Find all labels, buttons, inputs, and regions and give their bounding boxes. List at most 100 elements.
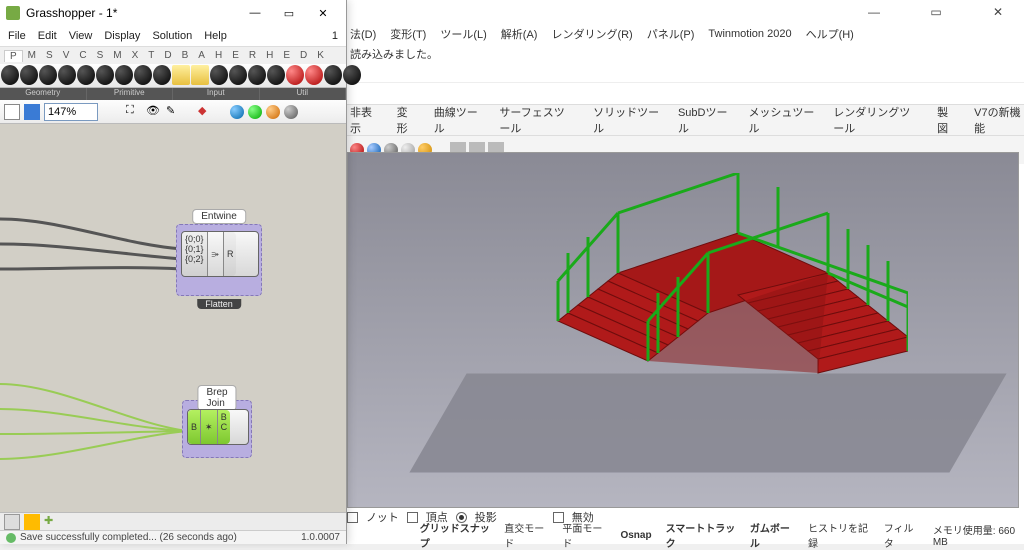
- gh-ribbon-tab[interactable]: M: [23, 50, 41, 61]
- gh-maximize-button[interactable]: ▭: [272, 2, 306, 24]
- markov-icon[interactable]: ✚: [44, 514, 60, 530]
- gh-titlebar[interactable]: Grasshopper - 1* — ▭ ✕: [0, 0, 346, 26]
- brepjoin-group[interactable]: Brep Join B ✶ B C: [182, 400, 252, 458]
- shade-icon[interactable]: [248, 105, 262, 119]
- status-filter[interactable]: フィルタ: [881, 520, 922, 550]
- status-ortho[interactable]: 直交モード: [501, 520, 551, 550]
- gh-canvas[interactable]: Entwine {0;0} {0;1} {0;2} ⭄ R Flatten Br…: [0, 124, 346, 512]
- component-icon[interactable]: [343, 65, 361, 85]
- entwine-input-0[interactable]: {0;0}: [185, 234, 204, 244]
- gh-menu-solution[interactable]: Solution: [152, 30, 192, 42]
- new-file-icon[interactable]: [4, 104, 20, 120]
- gh-ribbon-tab[interactable]: P: [4, 50, 23, 62]
- gh-menu-help[interactable]: Help: [204, 30, 227, 42]
- mdi-icon[interactable]: [4, 514, 20, 530]
- rhino-viewport[interactable]: [347, 152, 1019, 508]
- rhino-tab[interactable]: ソリッドツール: [593, 104, 660, 136]
- sketch-icon[interactable]: ✎: [166, 104, 182, 120]
- status-gumball[interactable]: ガムボール: [747, 520, 797, 550]
- rhino-menu-item[interactable]: パネル(P): [647, 26, 695, 42]
- rhino-close-button[interactable]: ✕: [976, 5, 1020, 19]
- component-icon[interactable]: [229, 65, 247, 85]
- rhino-tab[interactable]: サーフェスツール: [499, 104, 575, 136]
- entwine-component[interactable]: {0;0} {0;1} {0;2} ⭄ R: [181, 231, 259, 277]
- brepjoin-output-c[interactable]: C: [221, 422, 228, 432]
- group-input[interactable]: Input: [173, 88, 260, 100]
- gh-menu-view[interactable]: View: [69, 30, 93, 42]
- gh-menu-file[interactable]: File: [8, 30, 26, 42]
- gh-ribbon-tab[interactable]: E: [278, 50, 295, 61]
- rhino-maximize-button[interactable]: ▭: [914, 5, 958, 19]
- rhino-tab[interactable]: V7の新機能: [974, 104, 1024, 136]
- brepjoin-input[interactable]: B: [188, 410, 201, 444]
- gh-ribbon-tab[interactable]: A: [193, 50, 210, 61]
- component-icon[interactable]: [191, 65, 209, 85]
- status-gridsnap[interactable]: グリッドスナップ: [417, 520, 494, 550]
- shade-icon[interactable]: [284, 105, 298, 119]
- group-util[interactable]: Util: [260, 88, 347, 100]
- status-planar[interactable]: 平面モード: [559, 520, 609, 550]
- rhino-tab[interactable]: メッシュツール: [748, 104, 815, 136]
- group-geometry[interactable]: Geometry: [0, 88, 87, 100]
- component-icon[interactable]: [172, 65, 190, 85]
- entwine-group[interactable]: Entwine {0;0} {0;1} {0;2} ⭄ R Flatten: [176, 224, 262, 296]
- gh-ribbon-tab[interactable]: C: [74, 50, 91, 61]
- gh-ribbon-tab[interactable]: D: [159, 50, 176, 61]
- component-icon[interactable]: [58, 65, 76, 85]
- component-icon[interactable]: [248, 65, 266, 85]
- rhino-minimize-button[interactable]: —: [852, 5, 896, 19]
- gh-ribbon-tab[interactable]: X: [127, 50, 144, 61]
- rhino-menu-item[interactable]: 解析(A): [501, 26, 538, 42]
- rhino-tab[interactable]: 非表示: [350, 104, 379, 136]
- gh-ribbon-tab[interactable]: H: [261, 50, 278, 61]
- entwine-output[interactable]: R: [223, 232, 237, 276]
- rhino-tab[interactable]: SubDツール: [678, 104, 731, 136]
- rhino-menu-item[interactable]: 法(D): [350, 26, 376, 42]
- component-icon[interactable]: [153, 65, 171, 85]
- gh-ribbon-tab[interactable]: V: [58, 50, 75, 61]
- gh-menu-edit[interactable]: Edit: [38, 30, 57, 42]
- component-icon[interactable]: [286, 65, 304, 85]
- gh-ribbon-tab[interactable]: S: [41, 50, 58, 61]
- rhino-tab[interactable]: レンダリングツール: [833, 104, 919, 136]
- rhino-menu-item[interactable]: 変形(T): [390, 26, 426, 42]
- gh-ribbon-tab[interactable]: S: [92, 50, 109, 61]
- component-icon[interactable]: [324, 65, 342, 85]
- shade-icon[interactable]: [230, 105, 244, 119]
- component-icon[interactable]: [305, 65, 323, 85]
- zoom-extents-icon[interactable]: ⛶: [126, 104, 142, 120]
- component-icon[interactable]: [210, 65, 228, 85]
- rhino-menu-item[interactable]: ツール(L): [440, 26, 486, 42]
- rhino-tab[interactable]: 製図: [937, 104, 956, 136]
- gh-menu-display[interactable]: Display: [104, 30, 140, 42]
- brepjoin-component[interactable]: B ✶ B C: [187, 409, 249, 445]
- preview-off-icon[interactable]: ◆: [198, 104, 214, 120]
- component-icon[interactable]: [134, 65, 152, 85]
- rhino-tab[interactable]: 曲線ツール: [434, 104, 482, 136]
- rhino-menu-item[interactable]: ヘルプ(H): [806, 26, 854, 42]
- group-primitive[interactable]: Primitive: [87, 88, 174, 100]
- save-icon[interactable]: [24, 104, 40, 120]
- knot-checkbox[interactable]: [347, 512, 358, 523]
- component-icon[interactable]: [39, 65, 57, 85]
- gh-close-button[interactable]: ✕: [306, 2, 340, 24]
- component-icon[interactable]: [77, 65, 95, 85]
- gh-ribbon-tab[interactable]: D: [295, 50, 312, 61]
- entwine-input-1[interactable]: {0;1}: [185, 244, 204, 254]
- rhino-tab[interactable]: 変形: [397, 104, 416, 136]
- view-icon[interactable]: 👁: [146, 104, 162, 120]
- gh-ribbon-tab[interactable]: B: [177, 50, 194, 61]
- entwine-input-2[interactable]: {0;2}: [185, 254, 204, 264]
- gh-ribbon-tab[interactable]: E: [227, 50, 244, 61]
- gh-ribbon-tab[interactable]: M: [108, 50, 126, 61]
- zoom-input[interactable]: [44, 103, 98, 121]
- gh-minimize-button[interactable]: —: [238, 2, 272, 24]
- rhino-menu-item[interactable]: Twinmotion 2020: [708, 28, 791, 40]
- shade-icon[interactable]: [266, 105, 280, 119]
- gh-ribbon-tab[interactable]: T: [143, 50, 159, 61]
- rhino-menu-item[interactable]: レンダリング(R): [551, 26, 632, 42]
- status-smarttrack[interactable]: スマートトラック: [663, 520, 739, 550]
- component-icon[interactable]: [96, 65, 114, 85]
- gh-ribbon-tab[interactable]: K: [312, 50, 329, 61]
- component-icon[interactable]: [20, 65, 38, 85]
